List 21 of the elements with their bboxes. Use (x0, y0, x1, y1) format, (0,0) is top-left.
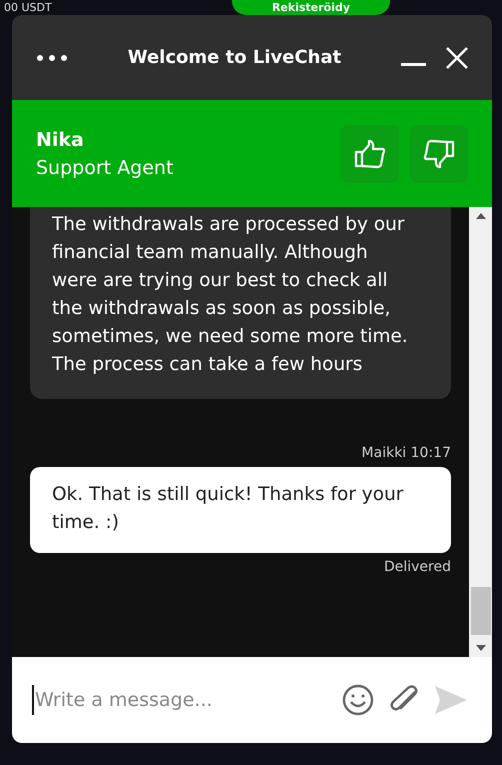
emoji-icon[interactable] (342, 684, 374, 716)
window-title: Welcome to LiveChat (126, 47, 342, 68)
agent-name: Nika (36, 128, 85, 152)
agent-message: The withdrawals are processed by our financial team manually. Although were are trying our best to check all the withdrawals as soon as possible, sometimes, we need some more time. The process can take a few hours (30, 207, 451, 399)
thumbs-down-button[interactable] (410, 124, 468, 182)
scrollbar-thumb[interactable] (470, 587, 490, 635)
register-button[interactable]: Rekisteröidy (232, 0, 390, 15)
thumbs-down-icon (423, 138, 455, 168)
minimize-icon[interactable] (401, 62, 426, 66)
delivery-status: Delivered (384, 559, 451, 575)
scroll-down-icon[interactable] (476, 645, 486, 651)
more-options-icon[interactable] (36, 54, 68, 62)
close-icon[interactable] (446, 46, 468, 68)
thumbs-up-icon (354, 138, 386, 168)
message-author-time: Maikki 10:17 (362, 445, 451, 461)
balance-text: 00 USDT (3, 0, 53, 15)
scrollbar[interactable] (469, 207, 492, 657)
agent-role: Support Agent (36, 156, 174, 180)
scroll-up-icon[interactable] (476, 213, 486, 219)
thumbs-up-button[interactable] (341, 124, 399, 182)
visitor-message: Ok. That is still quick! Thanks for your time. :) (30, 467, 451, 553)
